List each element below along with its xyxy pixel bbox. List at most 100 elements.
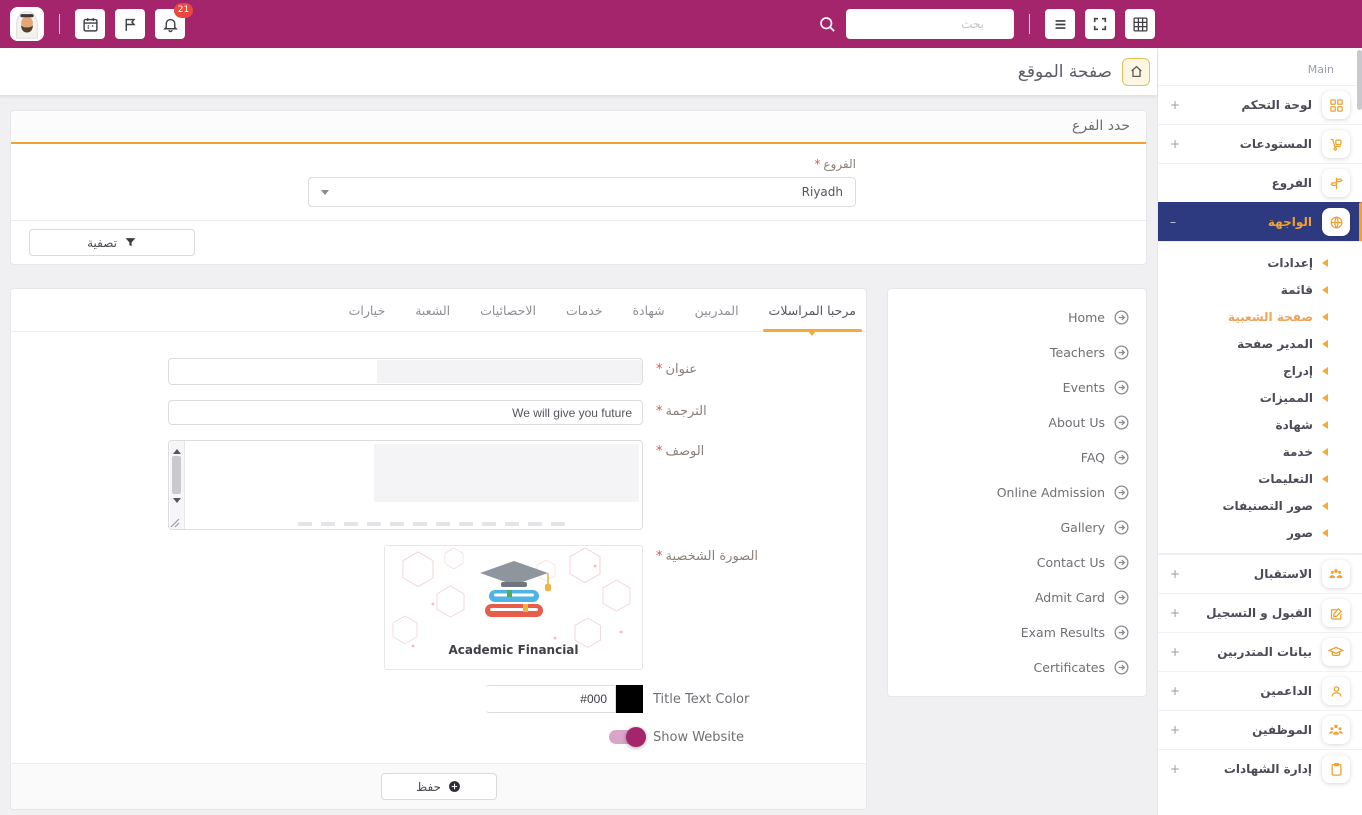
sidebar-item-label: الداعمين (1260, 684, 1312, 698)
tab-options[interactable]: خيارات (349, 303, 386, 331)
fullscreen-button[interactable] (1085, 9, 1115, 39)
circled-arrow-icon (1113, 309, 1130, 326)
submenu-item-features[interactable]: المميزات (1158, 384, 1362, 411)
page-link-online-admission[interactable]: Online Admission (904, 475, 1130, 510)
sidebar-item-dashboard[interactable]: لوحة التحكم + (1158, 85, 1362, 124)
page-link-about-us[interactable]: About Us (904, 405, 1130, 440)
submenu-item-instructions[interactable]: التعليمات (1158, 465, 1362, 492)
page-link-exam-results[interactable]: Exam Results (904, 615, 1130, 650)
flag-button[interactable] (115, 9, 145, 39)
page-link-gallery[interactable]: Gallery (904, 510, 1130, 545)
submenu-item-certificate[interactable]: شهادة (1158, 411, 1362, 438)
calendar-icon (82, 17, 98, 32)
main-content: صفحة الموقع حدد الفرع الفروع* Riyadh تصف… (0, 48, 1157, 815)
page-link-home[interactable]: Home (904, 300, 1130, 335)
tab-trainers[interactable]: المدربين (695, 303, 739, 331)
warehouse-cart-icon (1322, 130, 1350, 158)
textarea-scrollbar[interactable] (169, 441, 185, 529)
redacted-text-line (297, 522, 572, 526)
tab-services[interactable]: خدمات (566, 303, 603, 331)
page-link-faq[interactable]: FAQ (904, 440, 1130, 475)
scroll-up-icon[interactable] (173, 445, 181, 454)
branch-select[interactable]: Riyadh (308, 177, 856, 207)
sidebar-item-supporters[interactable]: الداعمين + (1158, 671, 1362, 710)
topbar-separator (59, 14, 60, 34)
sidebar-item-reception[interactable]: الاستقبال + (1158, 554, 1362, 593)
search-input[interactable] (846, 9, 1014, 39)
avatar-image (10, 7, 44, 41)
submenu-item-insert[interactable]: إدراج (1158, 357, 1362, 384)
tab-certificate[interactable]: شهادة (633, 303, 665, 331)
menu-button[interactable] (1045, 9, 1075, 39)
logo-image-preview[interactable]: Academic Financial (384, 545, 643, 670)
circled-arrow-icon (1113, 624, 1130, 641)
sidebar-item-trainees[interactable]: بيانات المتدربين + (1158, 632, 1362, 671)
sidebar-item-admission[interactable]: القبول و التسجيل + (1158, 593, 1362, 632)
clipboard-icon (1322, 755, 1350, 783)
page-link-contact-us[interactable]: Contact Us (904, 545, 1130, 580)
pages-links-panel: Home Teachers Events About Us FAQ Online… (887, 288, 1147, 697)
save-button-label: حفظ (416, 779, 441, 794)
resize-handle-icon[interactable] (170, 518, 180, 528)
person-icon (1322, 677, 1350, 705)
page-scrollbar-thumb[interactable] (1357, 50, 1362, 110)
page-link-admit-card[interactable]: Admit Card (904, 580, 1130, 615)
submenu-item-settings[interactable]: إعدادات (1158, 249, 1362, 276)
scroll-down-icon[interactable] (173, 498, 181, 507)
calendar-button[interactable] (75, 9, 105, 39)
translation-input[interactable] (168, 400, 643, 425)
tab-welcome-messages[interactable]: مرحبا المراسلات (762, 303, 863, 336)
submenu-item-list[interactable]: قائمة (1158, 276, 1362, 303)
submenu-item-section-page[interactable]: صفحة الشعبية (1158, 303, 1362, 330)
tab-section[interactable]: الشعبة (415, 303, 450, 331)
apps-grid-button[interactable] (1125, 9, 1155, 39)
color-swatch[interactable] (616, 685, 643, 713)
show-website-toggle[interactable] (609, 727, 646, 747)
color-value-input[interactable] (486, 685, 616, 713)
submenu-item-images[interactable]: صور (1158, 519, 1362, 546)
triangle-bullet-icon (1322, 258, 1328, 267)
sidebar-section-label: Main (1307, 63, 1334, 76)
scrollbar-thumb[interactable] (172, 456, 181, 494)
sidebar-item-warehouses[interactable]: المستودعات + (1158, 124, 1362, 163)
submenu-label: المميزات (1259, 390, 1313, 405)
chevron-down-icon (321, 189, 329, 199)
toggle-knob[interactable] (626, 727, 646, 747)
page-link-teachers[interactable]: Teachers (904, 335, 1130, 370)
circled-arrow-icon (1113, 344, 1130, 361)
title-input[interactable] (168, 358, 643, 385)
required-asterisk: * (656, 362, 663, 377)
page-link-label: Home (1068, 310, 1105, 325)
sidebar-item-employees[interactable]: الموظفين + (1158, 710, 1362, 749)
save-button[interactable]: حفظ (380, 773, 497, 800)
sidebar-item-frontend[interactable]: الواجهة – (1158, 202, 1362, 241)
page-link-events[interactable]: Events (904, 370, 1130, 405)
triangle-bullet-icon (1322, 285, 1328, 294)
submenu-item-manager-page[interactable]: المدير صفحة (1158, 330, 1362, 357)
notification-badge: 21 (174, 3, 193, 18)
grid-icon (1132, 16, 1148, 32)
sidebar-item-label: القبول و التسجيل (1206, 606, 1312, 620)
tab-statistics[interactable]: الاحصائيات (480, 303, 536, 331)
submenu-item-category-images[interactable]: صور التصنيفات (1158, 492, 1362, 519)
sidebar-item-branches[interactable]: الفروع (1158, 163, 1362, 202)
notifications-button[interactable]: 21 (155, 3, 193, 39)
filter-button[interactable]: تصفية (29, 229, 195, 256)
page-link-label: FAQ (1080, 450, 1105, 465)
hamburger-icon (1055, 19, 1065, 29)
page-link-certificates[interactable]: Certificates (904, 650, 1130, 685)
circled-arrow-icon (1113, 554, 1130, 571)
sidebar-item-label: لوحة التحكم (1241, 98, 1312, 112)
people-group-icon (1322, 560, 1350, 588)
sidebar-item-certificate-management[interactable]: إدارة الشهادات + (1158, 749, 1362, 788)
expand-icon: + (1170, 567, 1181, 581)
branch-select-card: حدد الفرع الفروع* Riyadh تصفية (10, 110, 1147, 265)
page-link-label: Gallery (1060, 520, 1105, 535)
circled-arrow-icon (1113, 659, 1130, 676)
description-textarea[interactable] (168, 440, 643, 530)
page-link-label: Contact Us (1036, 555, 1105, 570)
filter-button-label: تصفية (87, 235, 117, 250)
submenu-item-service[interactable]: خدمة (1158, 438, 1362, 465)
user-avatar[interactable] (10, 7, 44, 41)
submenu-label: صور (1286, 525, 1313, 540)
